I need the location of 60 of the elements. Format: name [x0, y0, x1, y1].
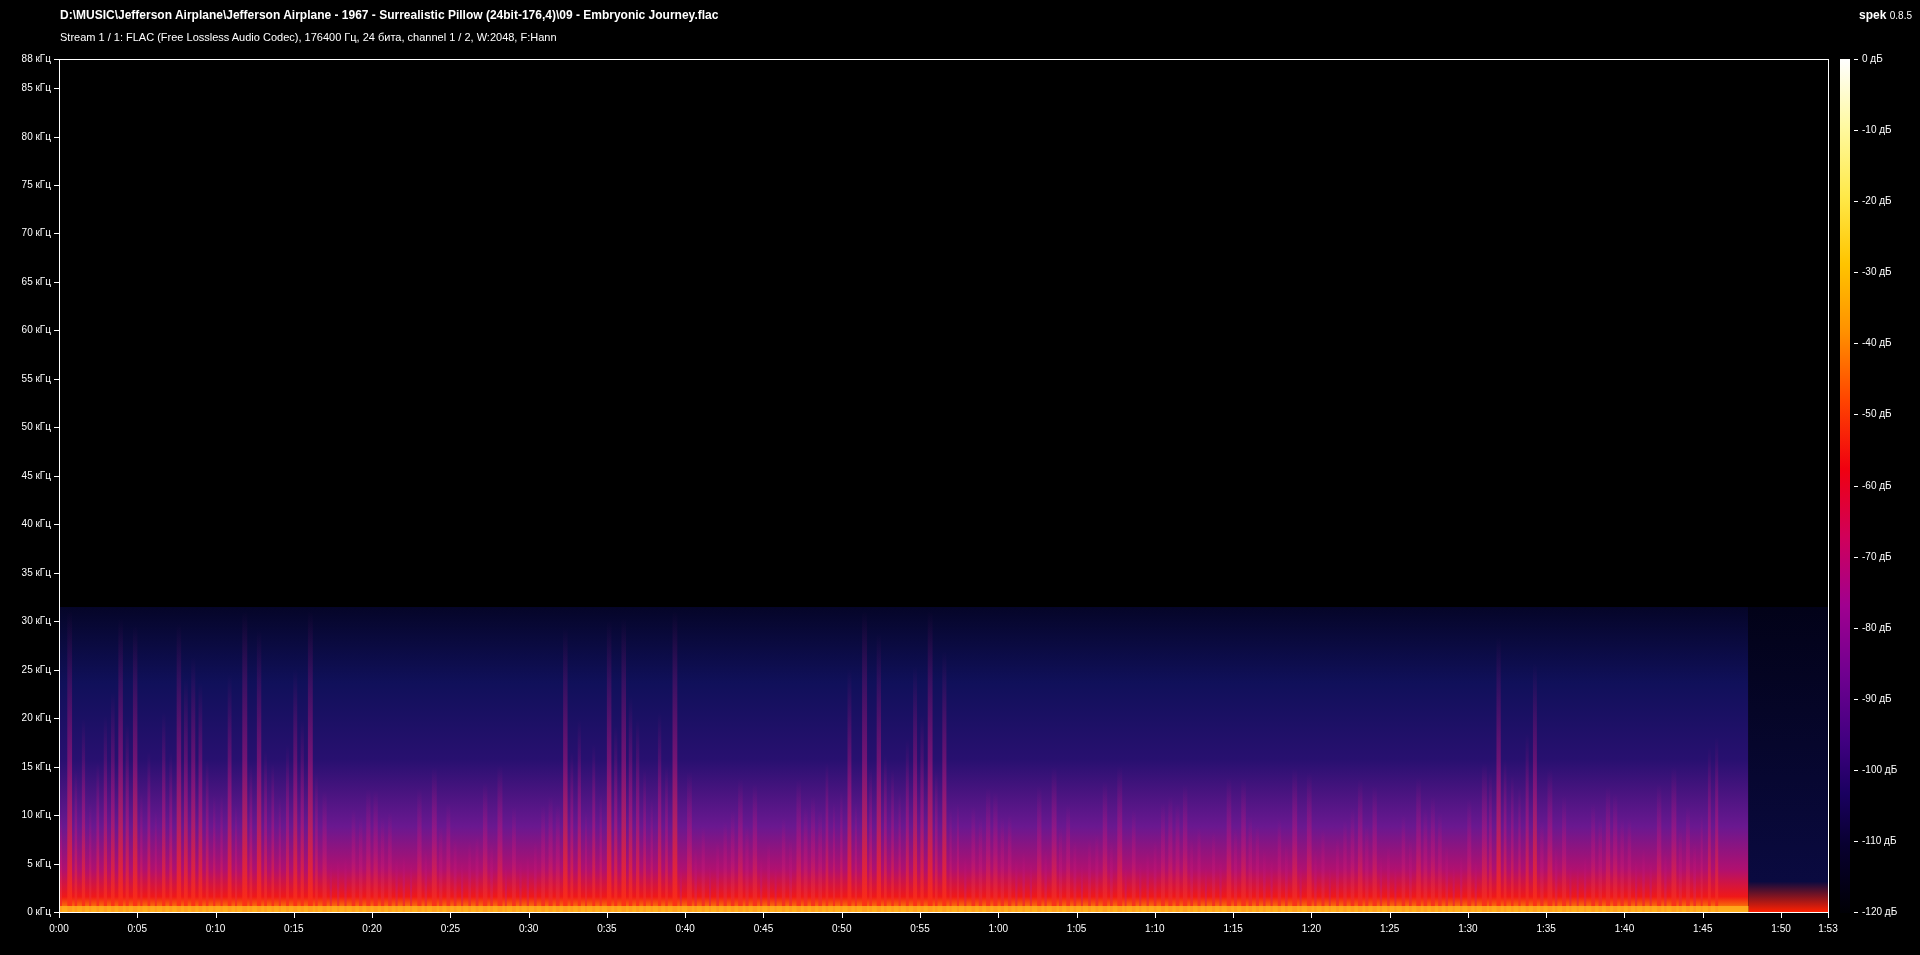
level-label: -60 дБ: [1862, 479, 1892, 492]
frequency-label: 0 кГц: [27, 906, 51, 918]
level-label: -80 дБ: [1862, 621, 1892, 634]
level-label: -30 дБ: [1862, 266, 1892, 279]
time-label: 0:10: [205, 923, 226, 935]
frequency-label: 30 кГц: [21, 615, 51, 628]
time-label: 1:05: [1066, 923, 1087, 935]
frequency-label: 15 кГц: [21, 760, 51, 773]
frequency-label: 45 кГц: [21, 469, 51, 482]
time-label: 1:20: [1301, 923, 1322, 935]
frequency-label: 70 кГц: [21, 227, 51, 240]
time-label: 1:53: [1818, 923, 1838, 935]
frequency-label: 35 кГц: [21, 566, 51, 579]
time-label: 1:25: [1379, 923, 1400, 935]
frequency-label: 5 кГц: [27, 857, 51, 870]
level-label: -40 дБ: [1862, 337, 1892, 350]
frequency-label: 55 кГц: [21, 372, 51, 385]
frequency-label: 88 кГц: [21, 53, 51, 65]
time-label: 0:20: [362, 923, 382, 935]
frequency-label: 25 кГц: [21, 663, 51, 676]
level-label: -20 дБ: [1862, 195, 1892, 208]
frequency-label: 65 кГц: [21, 275, 51, 288]
time-label: 0:50: [832, 923, 852, 935]
level-label: -90 дБ: [1862, 692, 1892, 705]
time-label: 1:30: [1458, 923, 1478, 935]
frequency-label: 10 кГц: [21, 809, 51, 822]
stream-info: Stream 1 / 1: FLAC (Free Lossless Audio Codec), 176400 Гц, 24 бита, channel 1 / 2, W:2048, F:Hann: [60, 31, 558, 43]
frequency-label: 50 кГц: [21, 421, 51, 434]
time-label: 0:25: [440, 923, 461, 935]
app-name: spek: [1859, 8, 1887, 22]
file-path-title: D:\MUSIC\Jefferson Airplane\Jefferson Airplane - 1967 - Surrealistic Pillow (24bit-176,4)\09 - Embryonic Journey.flac: [60, 8, 719, 22]
frequency-label: 20 кГц: [21, 712, 51, 725]
time-label: 0:05: [127, 923, 147, 935]
level-label: -110 дБ: [1862, 834, 1897, 847]
time-label: 1:10: [1145, 923, 1165, 935]
time-label: 1:15: [1223, 923, 1243, 935]
time-label: 0:55: [910, 923, 930, 935]
time-label: 1:35: [1536, 923, 1556, 935]
time-label: 0:30: [518, 923, 539, 935]
time-label: 1:50: [1771, 923, 1791, 935]
time-label: 0:45: [753, 923, 774, 935]
time-label: 0:00: [49, 923, 69, 935]
time-label: 0:35: [597, 923, 617, 935]
frequency-label: 60 кГц: [21, 324, 51, 337]
level-label: -70 дБ: [1862, 550, 1892, 563]
level-label: -100 дБ: [1862, 763, 1898, 776]
level-label: -120 дБ: [1862, 906, 1898, 918]
time-label: 0:40: [675, 923, 695, 935]
time-label: 1:00: [988, 923, 1008, 935]
frequency-label: 40 кГц: [21, 518, 51, 531]
level-label: 0 дБ: [1862, 53, 1883, 65]
frequency-label: 80 кГц: [21, 130, 51, 143]
frequency-label: 75 кГц: [21, 179, 51, 191]
level-label: -10 дБ: [1862, 124, 1892, 137]
frequency-label: 85 кГц: [21, 82, 51, 95]
app-version: 0.8.5: [1889, 10, 1912, 21]
time-label: 1:40: [1614, 923, 1635, 935]
level-label: -50 дБ: [1862, 408, 1892, 421]
time-label: 1:45: [1693, 923, 1713, 935]
time-label: 0:15: [284, 923, 304, 935]
